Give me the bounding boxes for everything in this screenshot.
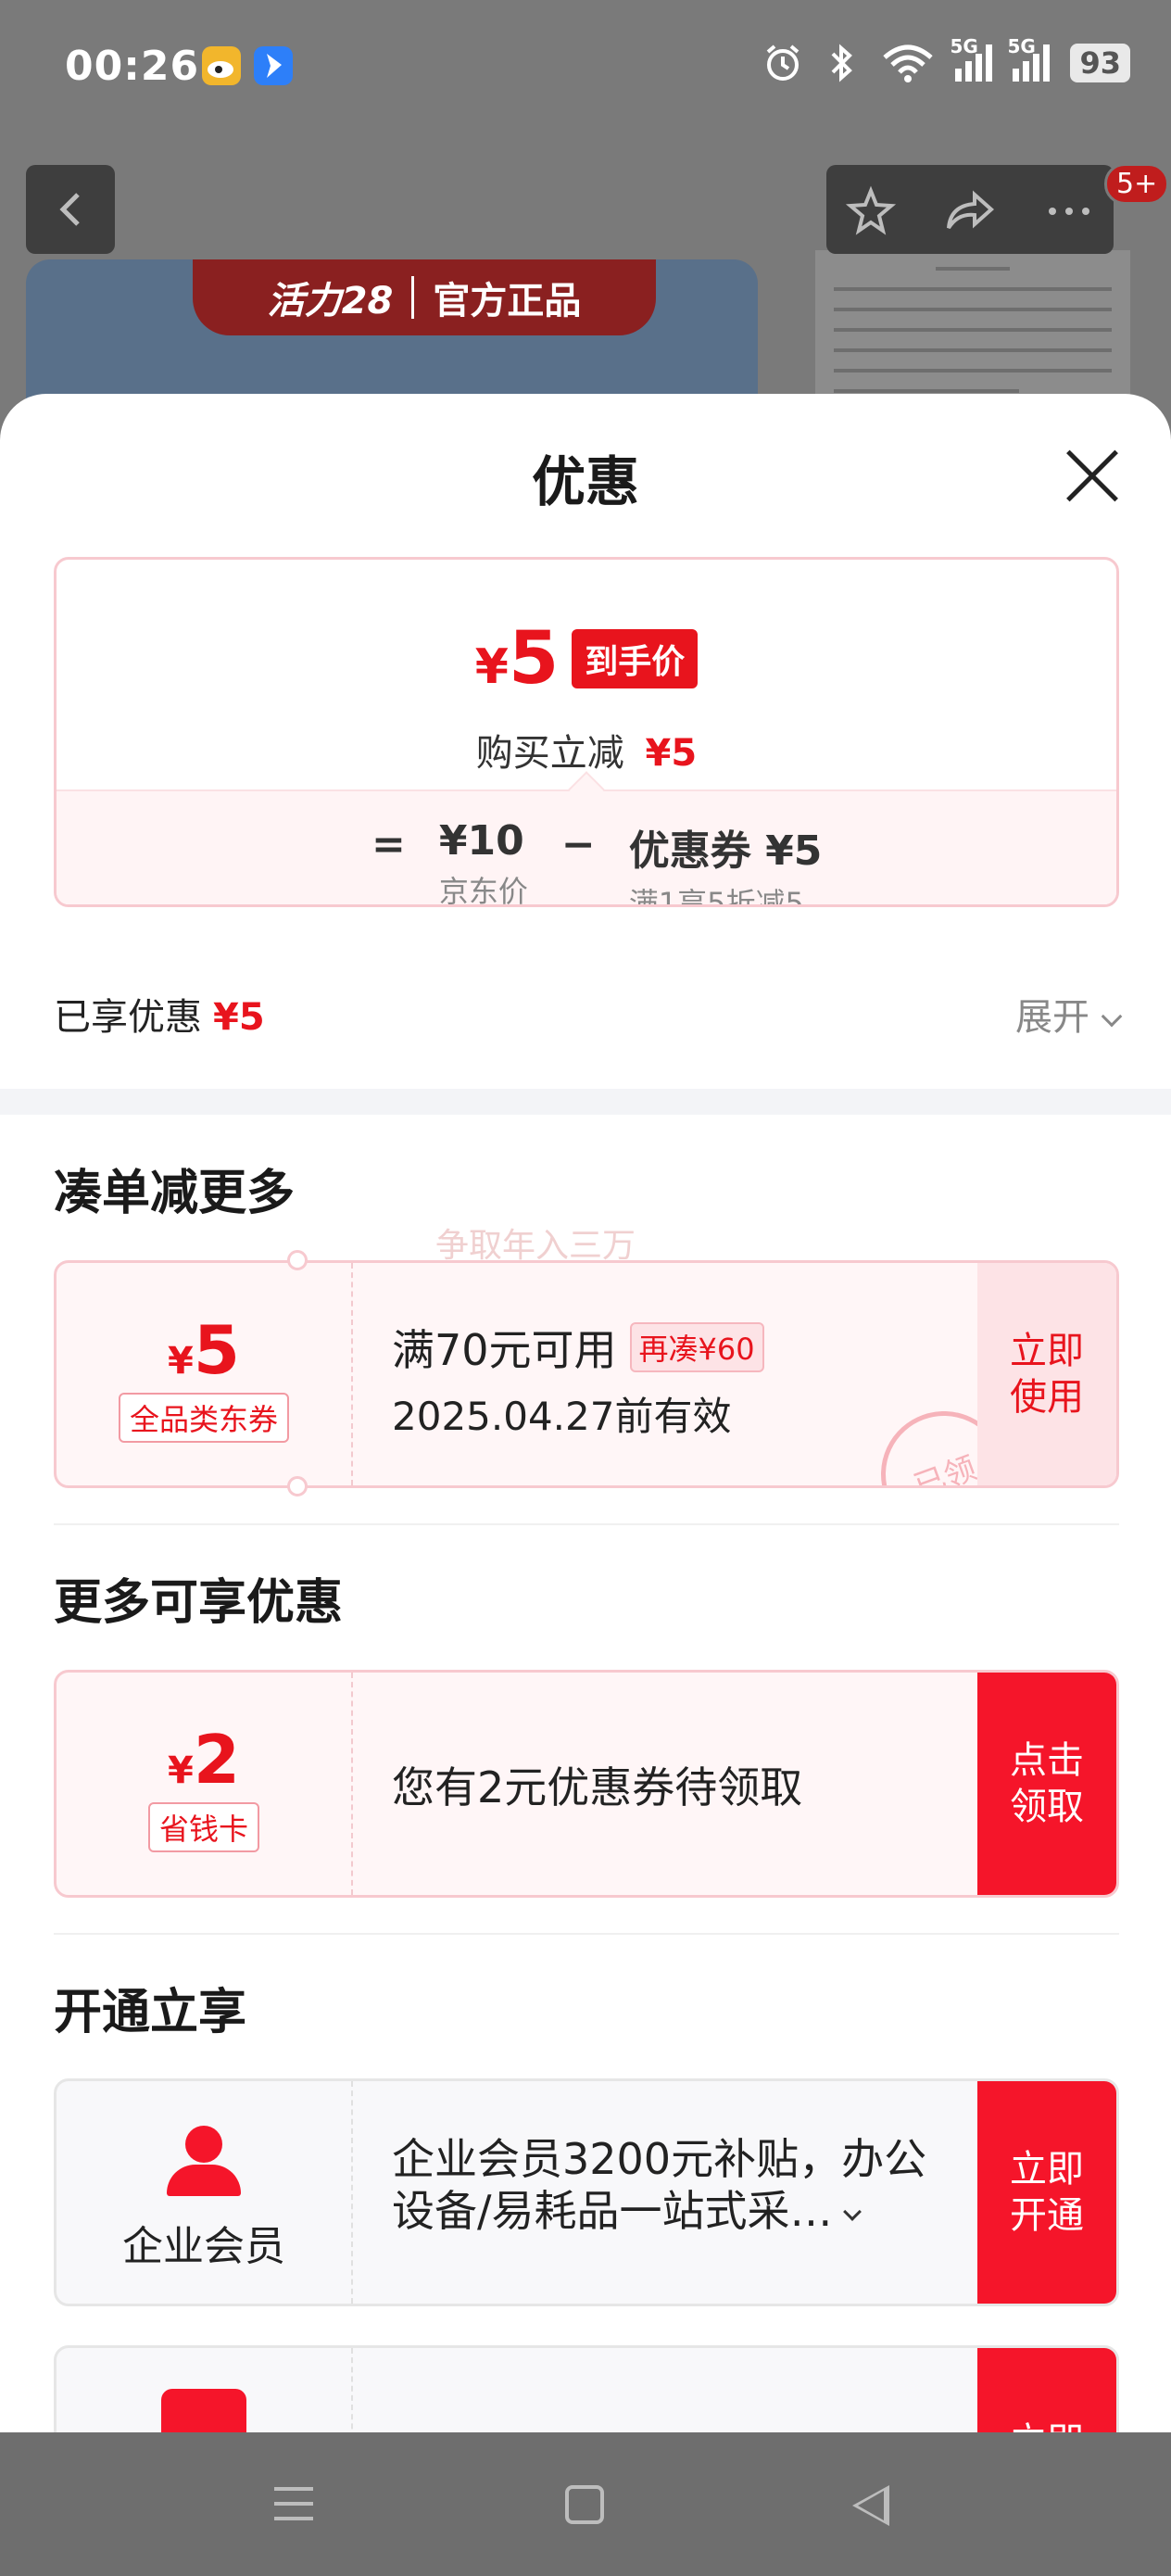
chevron-left-icon xyxy=(59,193,80,226)
signal-2-icon: 5G xyxy=(1007,35,1051,82)
coupon-expiry: 2025.04.27前有效 xyxy=(392,1394,732,1439)
brand-divider xyxy=(411,276,415,319)
status-indicators: 5G 5G 93 xyxy=(762,35,1130,83)
star-icon[interactable] xyxy=(845,185,897,237)
use-now-button[interactable]: 立即 使用 xyxy=(977,1263,1116,1485)
network-1-label: 5G xyxy=(950,35,978,57)
bluetooth-icon xyxy=(832,44,853,82)
brand-slogan: 官方正品 xyxy=(433,280,582,322)
member-label: 企业会员 xyxy=(122,2223,285,2270)
coupon-deduction: 优惠券 ¥5 满1享5折减5 xyxy=(628,827,823,907)
section-divider xyxy=(0,1089,1171,1115)
person-icon xyxy=(167,2126,241,2196)
coupon-type-tag: 省钱卡 xyxy=(147,1802,259,1852)
discount-sheet: 优惠 ¥5 到手价 购买立减 ¥5 = ¥10 京东价 − 优惠券 ¥5 满1享… xyxy=(0,394,1171,2432)
messenger-icon xyxy=(254,46,293,85)
signal-1-icon: 5G xyxy=(950,35,993,82)
back-button[interactable] xyxy=(26,165,115,254)
weibo-icon xyxy=(202,46,241,85)
savings-card-coupon: ¥2 省钱卡 您有2元优惠券待领取 点击 领取 xyxy=(54,1670,1119,1898)
final-price-tag: 到手价 xyxy=(572,629,699,688)
price-summary-card: ¥5 到手价 购买立减 ¥5 = ¥10 京东价 − 优惠券 ¥5 满1享5折减… xyxy=(54,557,1119,907)
brand-banner: 活力28 官方正品 xyxy=(193,259,656,335)
sheet-title: 优惠 xyxy=(531,450,639,513)
bundle-coupon: ¥5 全品类东券 满70元可用 再凑¥60 2025.04.27前有效 已领 立… xyxy=(54,1260,1119,1488)
final-price: ¥5 xyxy=(474,617,560,701)
more-icon[interactable] xyxy=(1041,185,1097,237)
battery-indicator: 93 xyxy=(1070,44,1130,82)
coupon-type-tag: 全品类东券 xyxy=(118,1393,289,1443)
section-title-bundle: 凑单减更多 xyxy=(54,1166,296,1221)
close-icon[interactable] xyxy=(1064,448,1119,503)
coupon-description: 您有2元优惠券待领取 xyxy=(392,1762,803,1812)
claim-button[interactable]: 点击 领取 xyxy=(977,1673,1116,1895)
network-2-label: 5G xyxy=(1007,35,1036,57)
status-bar: 00:26 5G 5G 93 xyxy=(0,0,1171,139)
minus-sign: − xyxy=(560,821,596,868)
status-time: 00:26 xyxy=(65,43,200,90)
top-action-group xyxy=(826,165,1114,254)
section-title-more-offers: 更多可享优惠 xyxy=(54,1575,344,1631)
brand-logo: 活力28 xyxy=(267,280,394,322)
alarm-icon xyxy=(767,44,800,81)
next-offer-card: 立即 xyxy=(54,2345,1119,2432)
system-nav-bar xyxy=(0,2433,1171,2576)
offer-logo-icon xyxy=(161,2389,246,2432)
activate-button[interactable]: 立即 开通 xyxy=(977,2081,1116,2304)
instant-reduction: 购买立减 ¥5 xyxy=(475,732,698,775)
add-more-tag: 再凑¥60 xyxy=(629,1322,764,1372)
wifi-icon xyxy=(883,44,934,82)
enterprise-member-card: 企业会员 企业会员3200元补贴，办公设备/易耗品一站式采… 立即 开通 xyxy=(54,2078,1119,2306)
coupon-amount: ¥2 xyxy=(168,1721,240,1799)
chevron-down-icon xyxy=(842,2203,862,2221)
section-title-activate: 开通立享 xyxy=(54,1985,247,2040)
home-icon[interactable] xyxy=(565,2485,604,2524)
next-action-button[interactable]: 立即 xyxy=(977,2348,1116,2432)
jd-price: ¥10 京东价 xyxy=(438,817,528,907)
enjoyed-discount: 已享优惠 ¥5 xyxy=(54,996,265,1039)
chevron-down-icon xyxy=(1101,1005,1123,1028)
back-triangle-icon[interactable] xyxy=(852,2485,889,2526)
equals-sign: = xyxy=(371,821,406,868)
coupon-amount: ¥5 xyxy=(168,1311,240,1389)
menu-icon[interactable] xyxy=(274,2487,313,2524)
share-icon[interactable] xyxy=(941,185,997,237)
expand-button[interactable]: 展开 xyxy=(1015,987,1123,1041)
cart-count-badge: 5+ xyxy=(1104,163,1170,205)
coupon-condition: 满70元可用 xyxy=(392,1325,617,1375)
member-description[interactable]: 企业会员3200元补贴，办公设备/易耗品一站式采… xyxy=(392,2133,959,2237)
